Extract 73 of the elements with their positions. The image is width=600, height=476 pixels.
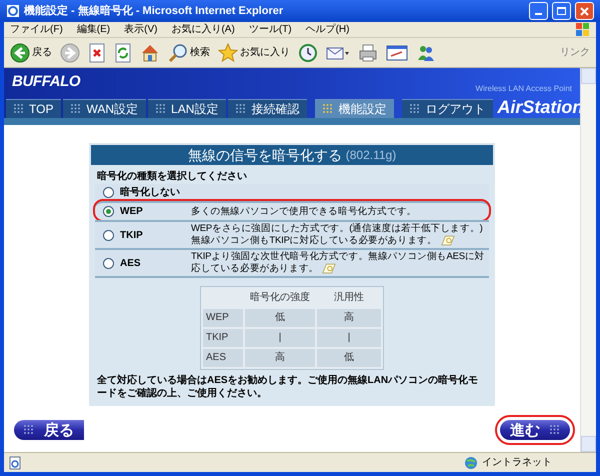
option-description: WEPをさらに強固にした方式です。(通信速度は若干低下します。)無線パソコン側もTKIPに対応している必要があります。 [191,223,484,248]
stop-icon[interactable] [88,42,106,62]
menu-item[interactable]: ヘルプ(H) [306,22,350,37]
window-title: 機能設定 - 無線暗号化 - Microsoft Internet Explorer [24,4,284,19]
row-header: TKIP [203,329,243,348]
dots-icon [24,425,34,435]
dots-icon [410,104,420,114]
site-logo: BUFFALO [12,72,80,92]
nav-tab[interactable]: WAN設定 [63,99,146,118]
row-header: AES [203,349,243,368]
option-label[interactable]: TKIP [120,228,143,242]
maximize-button[interactable] [552,2,571,20]
option-label[interactable]: 暗号化しない [120,185,180,200]
table-cell: 高 [245,349,315,368]
zone-label: イントラネット [482,456,553,470]
nav-tab[interactable]: TOP [6,99,62,118]
edit-window-icon[interactable] [386,42,408,62]
radio-button[interactable] [103,206,114,217]
menu-item[interactable]: 表示(V) [124,22,158,37]
dots-icon [236,104,246,114]
prompt-text: 暗号化の種類を選択してください [96,169,248,184]
dots-icon [14,104,24,114]
search-icon[interactable] [168,42,188,62]
browser-icon [6,4,20,18]
minimize-button[interactable] [529,2,548,20]
table-cell: | [317,329,381,348]
table-cell: 低 [245,309,315,328]
windows-logo-icon [576,23,590,36]
option-label[interactable]: WEP [120,204,143,219]
close-icon [580,6,589,16]
panel-title: 無線の信号を暗号化する [188,146,342,164]
nav-tab[interactable]: 接続確認 [228,99,308,118]
panel-title-note: (802.11g) [346,147,396,164]
radio-button[interactable] [103,230,114,240]
dots-icon [156,104,166,114]
row-header: WEP [203,309,243,328]
option-description: TKIPより強固な次世代暗号化方式です。無線パソコン側もAESに対応している必要があります。 [191,251,486,276]
links-label[interactable]: リンク [560,45,590,60]
clock-icon[interactable] [298,42,318,62]
printer-icon[interactable] [358,42,378,62]
option-description: 多くの無線パソコンで使用できる暗号化方式です。 [191,206,418,218]
note-text: 全て対応している場合はAESをお勧めします。ご使用の無線LANパソコンの暗号化モードをご確認の上、ご使用ください。 [96,374,480,400]
star-icon[interactable] [218,42,238,62]
nav-tab[interactable]: ログアウト [402,99,494,118]
dots-icon [323,104,334,114]
close-button[interactable] [575,2,594,20]
toolbar-label[interactable]: 戻る [32,45,52,60]
radio-button[interactable] [103,187,114,198]
table-cell: | [245,329,315,348]
next-button[interactable]: 進む [500,420,570,440]
column-header: 暗号化の強度 [249,290,311,306]
column-header: 汎用性 [333,290,365,306]
menu-item[interactable]: ツール(T) [248,22,292,37]
table-cell: 低 [317,349,381,368]
page-icon [8,456,22,470]
product-caption: Wireless LAN Access Point [476,83,572,95]
nav-tab[interactable]: 機能設定 [315,99,394,118]
refresh-icon[interactable] [114,42,132,62]
menu-item[interactable]: お気に入り(A) [171,22,235,37]
dots-icon [71,104,82,114]
scrollbar[interactable] [580,68,596,452]
table-cell: 高 [317,309,381,328]
toolbar-label[interactable]: お気に入り [240,45,290,60]
radio-button[interactable] [103,258,114,269]
dots-icon [550,425,560,435]
option-label[interactable]: AES [120,256,141,271]
home-icon[interactable] [140,42,160,62]
back-button[interactable]: 戻る [14,420,84,440]
globe-icon [464,456,478,470]
toolbar-label[interactable]: 検索 [190,45,210,60]
menu-item[interactable]: ファイル(F) [10,22,63,37]
menu-item[interactable]: 編集(E) [76,22,110,37]
nav-tab[interactable]: LAN設定 [148,99,226,118]
